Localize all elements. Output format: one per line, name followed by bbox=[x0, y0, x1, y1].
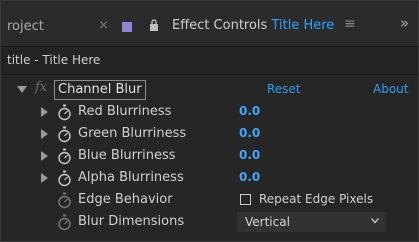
property-row-green-blurriness: Green Blurriness 0.0 bbox=[1, 123, 418, 146]
tab-comp-name: Title Here bbox=[271, 18, 335, 33]
repeat-edge-pixels-checkbox[interactable] bbox=[240, 194, 251, 205]
stopwatch-icon[interactable] bbox=[57, 148, 72, 165]
property-label: Alpha Blurriness bbox=[78, 170, 184, 185]
twirl-right-icon[interactable] bbox=[41, 107, 48, 117]
reset-button[interactable]: Reset bbox=[267, 82, 301, 96]
panel-tab-bar: roject × Effect Controls Title Here ≡ » bbox=[1, 1, 418, 47]
property-row-blue-blurriness: Blue Blurriness 0.0 bbox=[1, 145, 418, 168]
property-value[interactable]: 0.0 bbox=[239, 170, 260, 184]
tab-project[interactable]: roject bbox=[7, 19, 44, 34]
about-button[interactable]: About bbox=[373, 82, 408, 96]
property-label: Red Blurriness bbox=[78, 104, 172, 119]
dropdown-selected-value: Vertical bbox=[245, 215, 290, 229]
twirl-right-icon[interactable] bbox=[41, 151, 48, 161]
property-row-edge-behavior: Edge Behavior Repeat Edge Pixels bbox=[1, 189, 418, 212]
stopwatch-icon bbox=[58, 192, 71, 209]
fx-toggle-icon[interactable]: fx bbox=[35, 80, 47, 95]
layer-breadcrumb-label: title - Title Here bbox=[7, 53, 101, 67]
tab-effect-controls[interactable]: Effect Controls Title Here bbox=[172, 18, 334, 33]
property-value[interactable]: 0.0 bbox=[239, 148, 260, 162]
twirl-right-icon[interactable] bbox=[41, 129, 48, 139]
stopwatch-icon[interactable] bbox=[57, 104, 72, 121]
stopwatch-icon[interactable] bbox=[57, 170, 72, 187]
tab-effect-controls-label: Effect Controls bbox=[172, 18, 268, 33]
tab-close-icon[interactable]: × bbox=[98, 18, 109, 33]
tab-overflow-icon[interactable]: » bbox=[400, 14, 409, 32]
repeat-edge-pixels-label[interactable]: Repeat Edge Pixels bbox=[259, 192, 373, 206]
property-row-red-blurriness: Red Blurriness 0.0 bbox=[1, 101, 418, 124]
property-label: Green Blurriness bbox=[78, 126, 187, 141]
property-row-alpha-blurriness: Alpha Blurriness 0.0 bbox=[1, 167, 418, 190]
property-value[interactable]: 0.0 bbox=[239, 104, 260, 118]
lock-icon[interactable] bbox=[149, 19, 159, 31]
property-label: Blue Blurriness bbox=[78, 148, 176, 163]
blur-dimensions-dropdown[interactable]: Vertical bbox=[236, 211, 387, 233]
twirl-down-icon[interactable] bbox=[17, 86, 27, 93]
property-label: Edge Behavior bbox=[78, 192, 173, 207]
panel-menu-icon[interactable]: ≡ bbox=[344, 16, 356, 32]
chevron-down-icon bbox=[371, 218, 379, 224]
property-row-blur-dimensions: Blur Dimensions Vertical bbox=[1, 211, 418, 234]
effect-name[interactable]: Channel Blur bbox=[54, 80, 146, 100]
layer-breadcrumb: title - Title Here bbox=[1, 47, 418, 75]
property-value[interactable]: 0.0 bbox=[239, 126, 260, 140]
effect-controls-panel: roject × Effect Controls Title Here ≡ » … bbox=[0, 0, 419, 242]
stopwatch-icon[interactable] bbox=[57, 126, 72, 143]
property-label: Blur Dimensions bbox=[78, 214, 185, 229]
label-color-swatch[interactable] bbox=[122, 22, 132, 32]
effect-header-row: fx Channel Blur Reset About bbox=[1, 79, 418, 102]
stopwatch-icon bbox=[58, 214, 71, 231]
twirl-right-icon[interactable] bbox=[41, 173, 48, 183]
